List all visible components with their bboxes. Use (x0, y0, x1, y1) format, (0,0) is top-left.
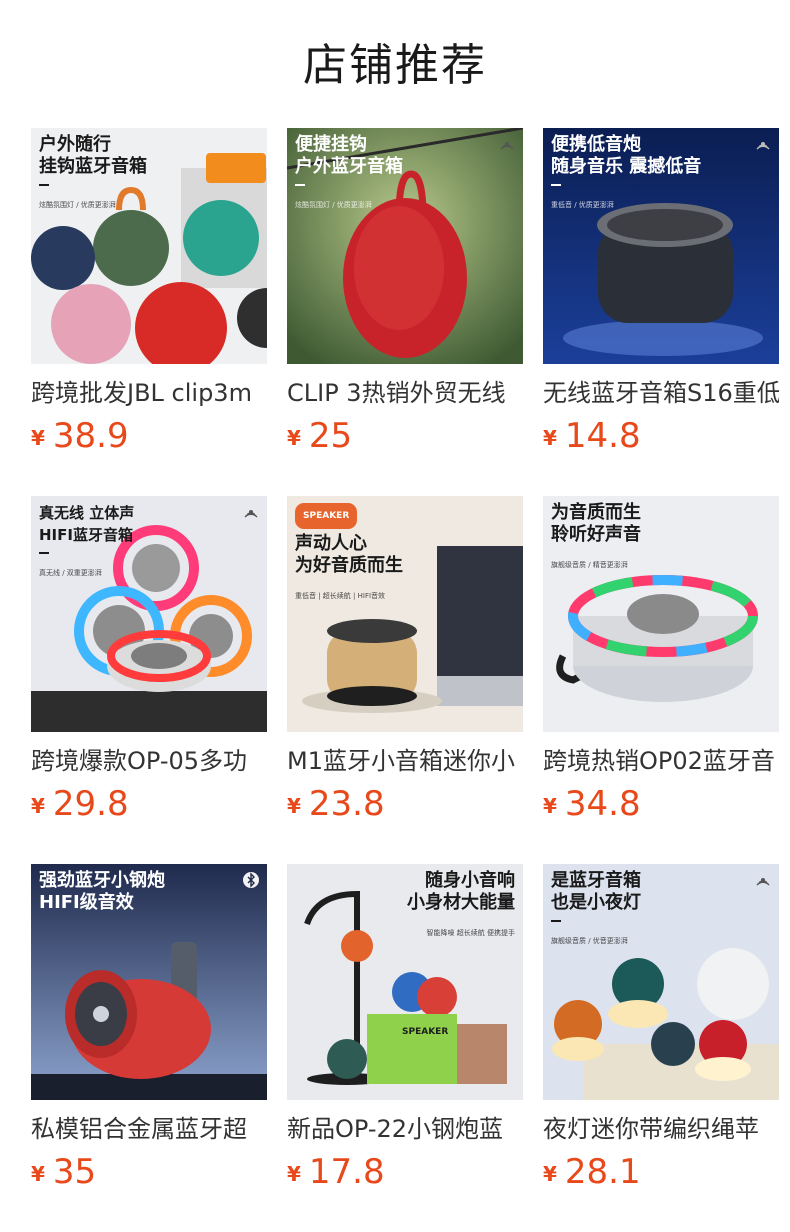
product-price: ¥28.1 (543, 1150, 779, 1194)
price-value: 14.8 (564, 416, 641, 456)
price-value: 23.8 (308, 784, 385, 824)
product-image[interactable]: 是蓝牙音箱 也是小夜灯 旗舰级音质 / 优音更澎湃 (543, 864, 779, 1100)
product-name[interactable]: 夜灯迷你带编织绳苹 (543, 1112, 779, 1146)
product-image[interactable]: 户外随行 挂钩蓝牙音箱 炫酷氛围灯 / 优质更澎湃 (31, 128, 267, 364)
promo-text: 户外随行 挂钩蓝牙音箱 炫酷氛围灯 / 优质更澎湃 (39, 134, 147, 209)
signal-icon (500, 142, 514, 150)
product-card[interactable]: 户外随行 挂钩蓝牙音箱 炫酷氛围灯 / 优质更澎湃 跨境批发JBL clip3m… (31, 128, 267, 496)
promo-text: 便捷挂钩 户外蓝牙音箱 炫酷氛围灯 / 优质更澎湃 (295, 134, 403, 209)
product-image[interactable]: SPEAKER 声动人心 为好音质而生 重低音 | 超长续航 | HIFI音效 (287, 496, 523, 732)
product-card[interactable]: 便捷挂钩 户外蓝牙音箱 炫酷氛围灯 / 优质更澎湃 CLIP 3热销外贸无线 ¥… (287, 128, 523, 496)
signal-icon (756, 142, 770, 150)
product-name[interactable]: CLIP 3热销外贸无线 (287, 376, 523, 410)
product-card[interactable]: SPEAKER 声动人心 为好音质而生 重低音 | 超长续航 | HIFI音效 … (287, 496, 523, 864)
product-price: ¥29.8 (31, 782, 267, 826)
signal-icon (244, 510, 258, 518)
promo-text: SPEAKER 声动人心 为好音质而生 重低音 | 超长续航 | HIFI音效 (295, 502, 403, 607)
currency-symbol: ¥ (31, 426, 45, 450)
product-price: ¥25 (287, 414, 523, 458)
price-value: 35 (52, 1152, 97, 1192)
product-name[interactable]: 新品OP-22小钢炮蓝 (287, 1112, 523, 1146)
promo-text: 为音质而生 聆听好声音 旗舰级音质 / 精音更澎湃 (551, 502, 641, 569)
product-card[interactable]: 便携低音炮 随身音乐 震撼低音 重低音 / 优质更澎湃 无线蓝牙音箱S16重低 … (543, 128, 779, 496)
promo-text: 强劲蓝牙小钢炮 HIFI级音效 (39, 870, 165, 913)
product-name[interactable]: 跨境批发JBL clip3m (31, 376, 267, 410)
currency-symbol: ¥ (31, 1162, 45, 1186)
price-value: 25 (308, 416, 353, 456)
product-image[interactable]: 为音质而生 聆听好声音 旗舰级音质 / 精音更澎湃 (543, 496, 779, 732)
speaker-tag: SPEAKER (295, 503, 358, 529)
price-value: 28.1 (564, 1152, 641, 1192)
currency-symbol: ¥ (287, 426, 301, 450)
price-value: 34.8 (564, 784, 641, 824)
promo-text: 是蓝牙音箱 也是小夜灯 旗舰级音质 / 优音更澎湃 (551, 870, 641, 945)
product-price: ¥38.9 (31, 414, 267, 458)
currency-symbol: ¥ (287, 794, 301, 818)
currency-symbol: ¥ (543, 426, 557, 450)
product-price: ¥35 (31, 1150, 267, 1194)
page-title: 店铺推荐 (303, 40, 487, 91)
currency-symbol: ¥ (543, 794, 557, 818)
bluetooth-icon (243, 872, 259, 888)
product-price: ¥23.8 (287, 782, 523, 826)
currency-symbol: ¥ (31, 794, 45, 818)
price-value: 17.8 (308, 1152, 385, 1192)
signal-icon (756, 878, 770, 886)
product-card[interactable]: 为音质而生 聆听好声音 旗舰级音质 / 精音更澎湃 跨境热销OP02蓝牙音 ¥3… (543, 496, 779, 864)
product-image[interactable]: 真无线 立体声 HIFI蓝牙音箱 真无线 / 双重更澎湃 (31, 496, 267, 732)
currency-symbol: ¥ (543, 1162, 557, 1186)
promo-text: 随身小音响 小身材大能量 智能降噪 超长续航 便携提手 (407, 870, 515, 937)
promo-text: 真无线 立体声 HIFI蓝牙音箱 真无线 / 双重更澎湃 (39, 504, 135, 577)
product-card[interactable]: 真无线 立体声 HIFI蓝牙音箱 真无线 / 双重更澎湃 跨境爆款OP-05多功… (31, 496, 267, 864)
product-card[interactable]: 是蓝牙音箱 也是小夜灯 旗舰级音质 / 优音更澎湃 夜灯迷你带编织绳苹 ¥28.… (543, 864, 779, 1232)
price-value: 38.9 (52, 416, 129, 456)
product-price: ¥17.8 (287, 1150, 523, 1194)
product-name[interactable]: M1蓝牙小音箱迷你小 (287, 744, 523, 778)
price-value: 29.8 (52, 784, 129, 824)
product-image[interactable]: 强劲蓝牙小钢炮 HIFI级音效 (31, 864, 267, 1100)
product-image[interactable]: 便携低音炮 随身音乐 震撼低音 重低音 / 优质更澎湃 (543, 128, 779, 364)
product-name[interactable]: 跨境热销OP02蓝牙音 (543, 744, 779, 778)
product-name[interactable]: 无线蓝牙音箱S16重低 (543, 376, 779, 410)
product-card[interactable]: SPEAKER 随身小音响 小身材大能量 智能降噪 超长续航 便携提手 新品OP… (287, 864, 523, 1232)
svg-text:SPEAKER: SPEAKER (402, 1027, 448, 1037)
promo-text: 便携低音炮 随身音乐 震撼低音 重低音 / 优质更澎湃 (551, 134, 702, 209)
currency-symbol: ¥ (287, 1162, 301, 1186)
product-grid: 户外随行 挂钩蓝牙音箱 炫酷氛围灯 / 优质更澎湃 跨境批发JBL clip3m… (31, 128, 779, 1232)
product-name[interactable]: 私模铝合金属蓝牙超 (31, 1112, 267, 1146)
product-card[interactable]: 强劲蓝牙小钢炮 HIFI级音效 私模铝合金属蓝牙超 ¥35 (31, 864, 267, 1232)
product-price: ¥34.8 (543, 782, 779, 826)
product-image[interactable]: SPEAKER 随身小音响 小身材大能量 智能降噪 超长续航 便携提手 (287, 864, 523, 1100)
product-name[interactable]: 跨境爆款OP-05多功 (31, 744, 267, 778)
product-image[interactable]: 便捷挂钩 户外蓝牙音箱 炫酷氛围灯 / 优质更澎湃 (287, 128, 523, 364)
product-price: ¥14.8 (543, 414, 779, 458)
